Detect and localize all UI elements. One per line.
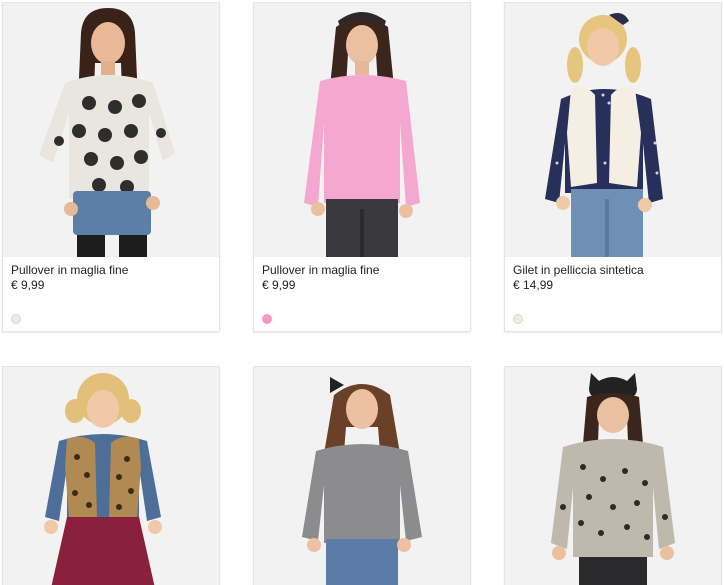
- product-price: € 14,99: [513, 278, 554, 292]
- product-photo[interactable]: [505, 3, 721, 257]
- product-price: € 9,99: [11, 278, 45, 292]
- product-info: Gilet in pelliccia sintetica € 14,99: [505, 257, 721, 331]
- color-swatch[interactable]: [513, 314, 523, 324]
- product-card[interactable]: Gilet in pelliccia sintetica € 14,99: [504, 2, 722, 332]
- product-grid: Pullover in maglia fine € 9,99 Pullover …: [0, 0, 724, 585]
- product-info: Pullover in maglia fine € 9,99: [3, 257, 219, 331]
- product-photo[interactable]: [254, 3, 470, 257]
- product-photo[interactable]: [3, 3, 219, 257]
- color-swatch[interactable]: [11, 314, 21, 324]
- product-name[interactable]: Pullover in maglia fine: [11, 263, 211, 277]
- product-card[interactable]: Pullover in maglia fine € 9,99: [253, 2, 471, 332]
- product-photo[interactable]: [505, 367, 721, 585]
- product-name[interactable]: Pullover in maglia fine: [262, 263, 462, 277]
- product-card[interactable]: [2, 366, 220, 585]
- product-photo[interactable]: [254, 367, 470, 585]
- product-info: Pullover in maglia fine € 9,99: [254, 257, 470, 331]
- product-card[interactable]: [253, 366, 471, 585]
- product-name[interactable]: Gilet in pelliccia sintetica: [513, 263, 713, 277]
- product-card[interactable]: Pullover in maglia fine € 9,99: [2, 2, 220, 332]
- product-price: € 9,99: [262, 278, 296, 292]
- color-swatch[interactable]: [262, 314, 272, 324]
- product-card[interactable]: [504, 366, 722, 585]
- product-photo[interactable]: [3, 367, 219, 585]
